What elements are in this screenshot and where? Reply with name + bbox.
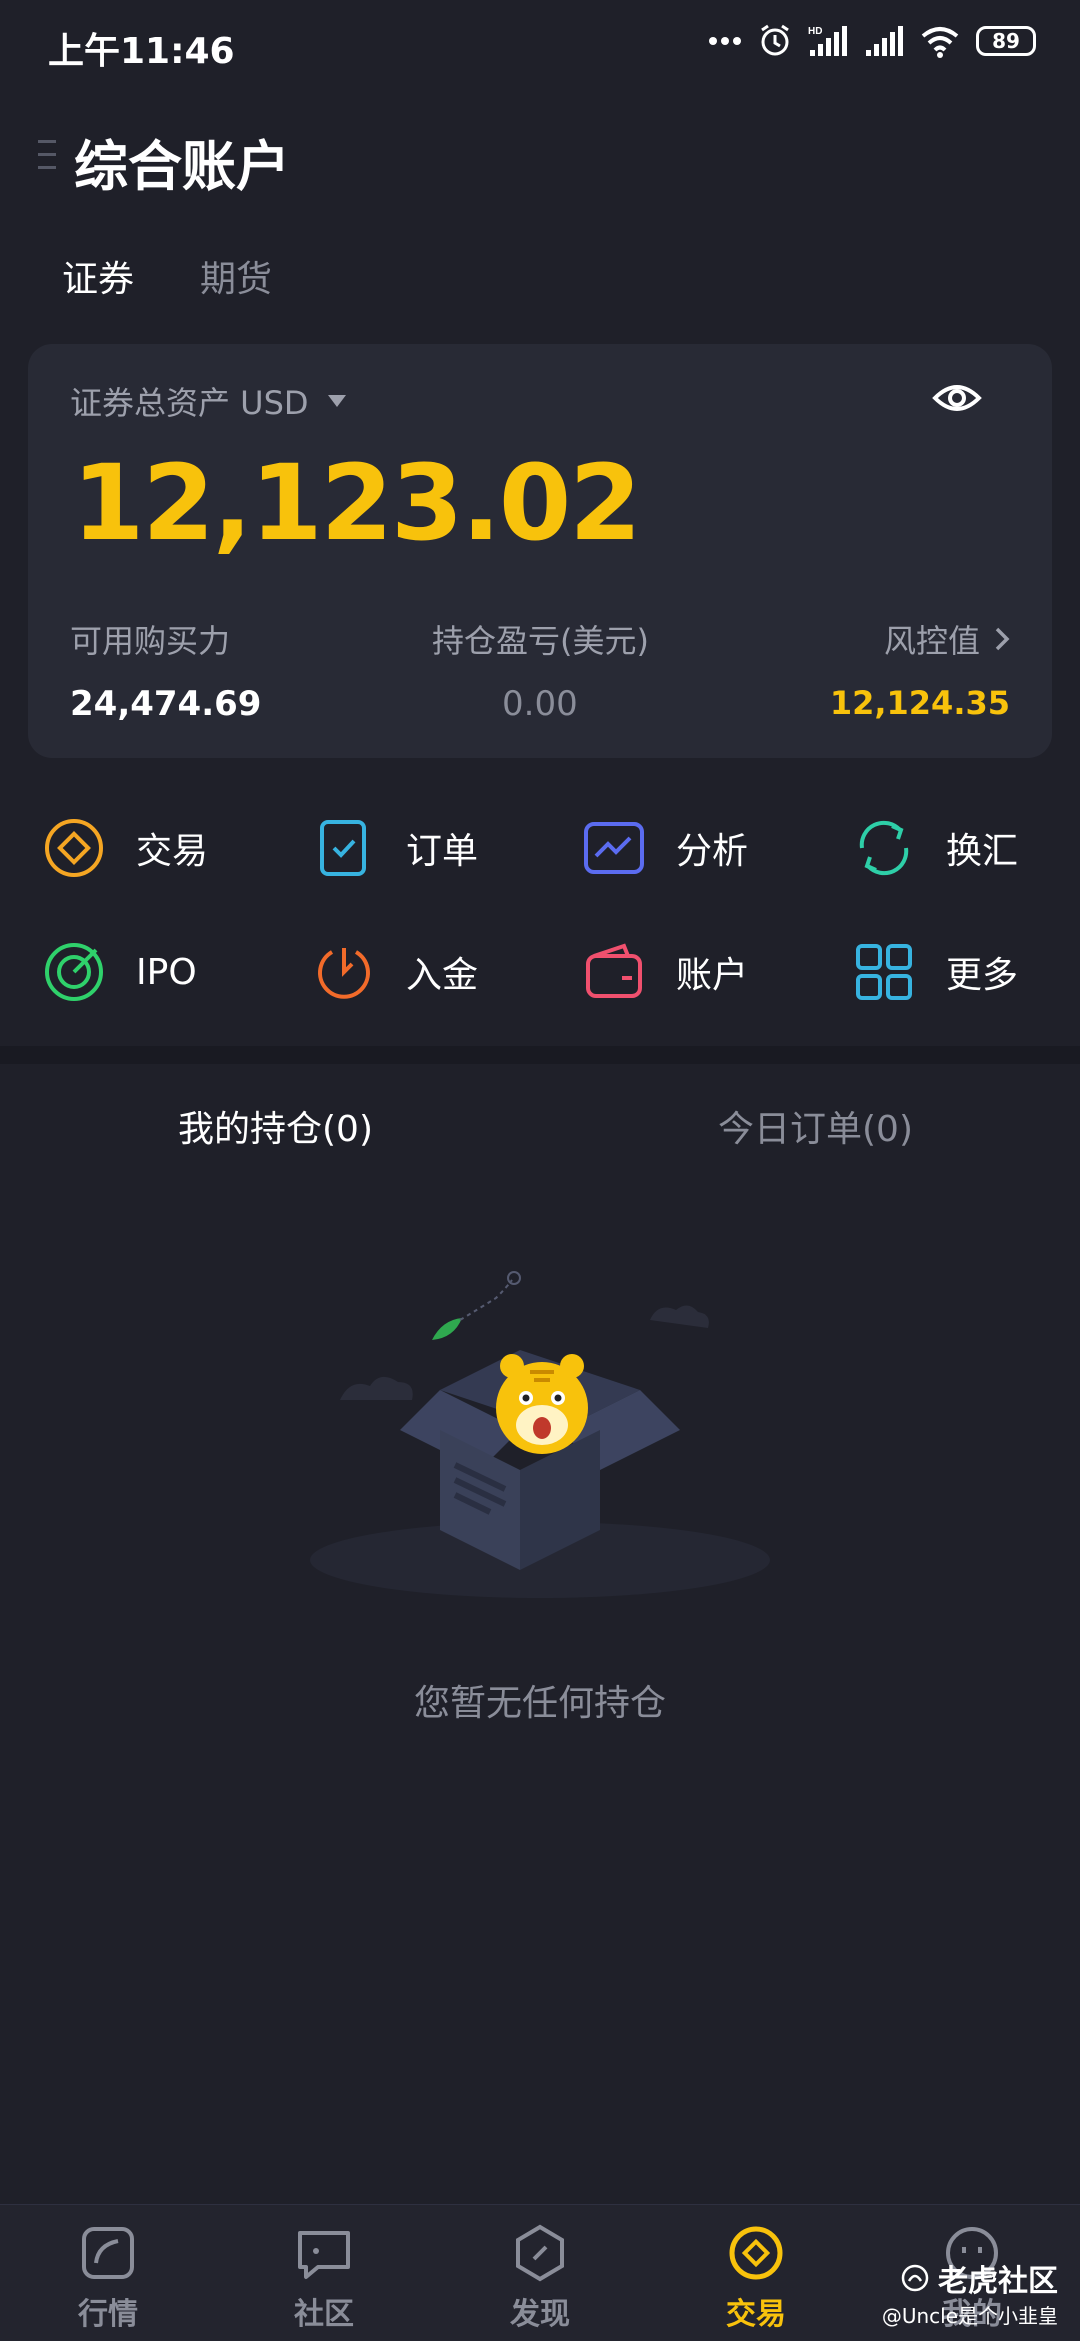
shortcut-label: 账户 [676,955,749,996]
order-icon [320,820,366,876]
exchange-icon [859,820,909,876]
tab-futures[interactable]: 期货 [200,250,272,302]
deposit-icon [318,948,370,999]
more-icon [856,944,912,1000]
nav-label: 社区 [294,2297,354,2332]
trade-icon [45,819,103,877]
empty-state-text: 您暂无任何持仓 [413,1683,666,1724]
hd-signal-icon: HD [808,26,847,56]
risk-label: 风控值 [883,622,980,660]
ipo-icon [45,943,103,1001]
market-icon [82,2227,134,2279]
alarm-icon [761,24,789,56]
nav-label: 行情 [78,2297,138,2332]
battery-indicator: 89 [976,26,1036,56]
asset-label: 证券总资产 USD [70,384,309,422]
shortcut-label: IPO [136,951,197,993]
shortcut-label: 交易 [136,831,209,872]
shortcut-label: 入金 [406,955,479,996]
watermark-brand: 老虎社区 [900,2256,1058,2300]
watermark: 老虎社区 @Uncle是个小韭皇 [882,2256,1058,2329]
watermark-brand-text: 老虎社区 [938,2264,1058,2299]
tab-today-orders[interactable]: 今日订单(0) [718,1100,913,1152]
page-title: 综合账户 [74,135,290,198]
nav-label: 交易 [726,2297,786,2332]
signal-icon [866,26,903,56]
buying-power-value: 24,474.69 [70,684,262,724]
nav-trade[interactable]: 交易 [681,2223,831,2333]
eye-icon[interactable] [932,378,982,418]
wifi-icon [921,27,959,58]
shortcut-exchange[interactable]: 换汇 [852,816,1018,880]
discover-icon [516,2224,564,2282]
trade-nav-icon [729,2226,783,2280]
account-icon [586,943,642,998]
dropdown-triangle-icon [327,395,346,407]
section-divider [0,1046,1080,1064]
tiger-community-logo-icon [901,2264,929,2292]
shortcut-deposit[interactable]: 入金 [312,940,478,1004]
shortcut-more[interactable]: 更多 [852,940,1018,1004]
shortcut-orders[interactable]: 订单 [312,816,478,880]
shortcut-label: 分析 [676,831,749,872]
total-assets-value: 12,123.02 [72,442,642,564]
status-time: 上午11:46 [48,31,235,72]
buying-power-label: 可用购买力 [70,622,231,660]
pnl-value: 0.00 [502,684,578,724]
empty-box-tiger-illustration [310,1271,770,1598]
tab-securities[interactable]: 证券 [62,250,134,302]
shortcut-grid: 交易 订单 分析 换汇 IPO 入金 账户 更多 [0,780,1080,1030]
watermark-user: @Uncle是个小韭皇 [881,2304,1058,2328]
asset-card: 证券总资产 USD 12,123.02 可用购买力 24,474.69 持仓盈亏… [28,344,1052,758]
svg-text:HD: HD [808,26,822,37]
status-icons: HD 89 [708,24,1036,58]
shortcut-analysis[interactable]: 分析 [582,816,748,880]
shortcut-trade[interactable]: 交易 [42,816,208,880]
nav-label: 发现 [510,2297,570,2332]
shortcut-label: 更多 [946,955,1019,996]
nav-market[interactable]: 行情 [33,2223,183,2333]
shortcut-ipo[interactable]: IPO [42,940,197,1004]
shortcut-account[interactable]: 账户 [582,940,748,1004]
menu-icon[interactable] [38,138,62,172]
analysis-icon [584,822,644,874]
risk-value: 12,124.35 [829,684,1010,722]
more-dots-icon [709,37,741,45]
shortcut-label: 换汇 [946,831,1019,872]
community-icon [298,2231,350,2279]
account-type-tabs: 证券 期货 [62,250,272,302]
tab-my-positions[interactable]: 我的持仓(0) [178,1100,373,1152]
pnl-label: 持仓盈亏(美元) [432,622,649,660]
nav-discover[interactable]: 发现 [465,2223,615,2333]
shortcut-label: 订单 [406,831,479,872]
risk-link[interactable]: 风控值 [884,616,1010,662]
asset-currency-selector[interactable]: 证券总资产 USD [70,378,347,424]
nav-community[interactable]: 社区 [249,2223,399,2333]
chevron-right-icon [995,627,1010,651]
